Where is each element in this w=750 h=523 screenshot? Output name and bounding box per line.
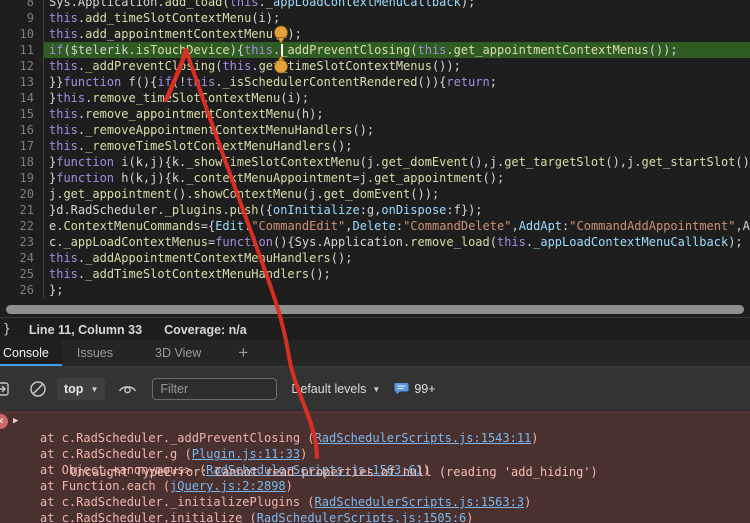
scrollbar-thumb[interactable] xyxy=(6,305,744,314)
code-line-12[interactable]: 12 this._addPreventClosing(this.get_timeS… xyxy=(0,58,750,74)
code-text: this.remove_appointmentContextMenu(h); xyxy=(49,107,324,121)
pretty-print-icon[interactable]: } xyxy=(3,322,11,337)
cursor-position-label: Line 11, Column 33 xyxy=(28,322,143,337)
drawer-tab-bar: Console Issues 3D View + xyxy=(0,340,750,367)
code-text: this._addTimeSlotContextMenuHandlers(); xyxy=(49,267,331,281)
source-location-link[interactable]: jQuery.js:2:2898 xyxy=(170,479,286,493)
source-editor[interactable]: 8 Sys.Application.add_load(this._appLoadC… xyxy=(0,0,750,302)
code-text: }function h(k,j){k._contextMenuAppointme… xyxy=(49,171,505,185)
console-error-message: ✕ ▶ Uncaught TypeError: Cannot read prop… xyxy=(0,413,750,479)
tab-issues[interactable]: Issues xyxy=(62,340,128,366)
code-text: this.add_appointmentContextMenu(h); xyxy=(49,27,302,41)
line-number[interactable]: 17 xyxy=(0,138,44,154)
source-location-link[interactable]: RadSchedulerScripts.js:1505:6 xyxy=(257,511,467,523)
code-line-8[interactable]: 8 Sys.Application.add_load(this._appLoadC… xyxy=(0,0,750,10)
stack-frame: at c.RadScheduler._initializePlugins (Ra… xyxy=(40,495,532,509)
code-text: this._removeAppointmentContextMenuHandle… xyxy=(49,123,375,137)
code-text: e.ContextMenuCommands={Edit:"CommandEdit… xyxy=(49,219,750,233)
issues-count-label: 99+ xyxy=(414,382,436,396)
position-pin-bottom-icon xyxy=(273,52,289,74)
stack-frame: at c.RadScheduler._addPreventClosing (Ra… xyxy=(40,431,539,445)
stack-frame: at c.RadScheduler.initialize (RadSchedul… xyxy=(40,511,474,523)
code-line-26[interactable]: 26}; xyxy=(0,282,750,298)
console-filter-input[interactable] xyxy=(152,378,278,400)
code-text: this._addPreventClosing(this.get_timeSlo… xyxy=(49,59,461,73)
code-line-10[interactable]: 10 this.add_appointmentContextMenu(h); xyxy=(0,26,750,42)
line-number[interactable]: 18 xyxy=(0,154,44,170)
line-number[interactable]: 22 xyxy=(0,218,44,234)
code-line-19[interactable]: 19 }function h(k,j){k._contextMenuAppoint… xyxy=(0,170,750,186)
line-number[interactable]: 9 xyxy=(0,10,44,26)
code-line-16[interactable]: 16 this._removeAppointmentContextMenuHand… xyxy=(0,122,750,138)
message-bubble-icon xyxy=(394,383,409,395)
line-number[interactable]: 11 xyxy=(0,42,44,58)
code-line-23[interactable]: 23 c._appLoadContextMenus=function(){Sys.… xyxy=(0,234,750,250)
line-number[interactable]: 20 xyxy=(0,186,44,202)
console-toolbar: top ▼ Default levels ▼ 99+ xyxy=(0,367,750,412)
code-line-22[interactable]: 22 e.ContextMenuCommands={Edit:"CommandEd… xyxy=(0,218,750,234)
code-line-17[interactable]: 17 this._removeTimeSlotContextMenuHandler… xyxy=(0,138,750,154)
code-text: c._appLoadContextMenus=function(){Sys.Ap… xyxy=(49,235,743,249)
code-text: }; xyxy=(49,283,64,297)
error-message-text: Uncaught TypeError: Cannot read properti… xyxy=(70,465,598,479)
console-sidebar-icon[interactable] xyxy=(0,379,11,399)
position-pin-top-icon xyxy=(273,25,289,47)
code-line-11[interactable]: 11 if($telerik.isTouchDevice){this._addPr… xyxy=(0,42,750,58)
console-messages: ✕ ▶ Uncaught TypeError: Cannot read prop… xyxy=(0,412,750,523)
log-levels-dropdown[interactable]: Default levels ▼ xyxy=(291,382,380,396)
tab-3d-view[interactable]: 3D View xyxy=(140,340,216,366)
line-number[interactable]: 10 xyxy=(0,26,44,42)
code-line-20[interactable]: 20 j.get_appointment().showContextMenu(j.… xyxy=(0,186,750,202)
clear-console-icon[interactable] xyxy=(28,379,48,399)
line-number[interactable]: 24 xyxy=(0,250,44,266)
javascript-context-select[interactable]: top ▼ xyxy=(57,378,106,400)
code-text: j.get_appointment().showContextMenu(j.ge… xyxy=(49,187,440,201)
line-number[interactable]: 16 xyxy=(0,122,44,138)
line-number[interactable]: 23 xyxy=(0,234,44,250)
live-expression-eye-icon[interactable] xyxy=(117,379,137,399)
source-location-link[interactable]: RadSchedulerScripts.js:1563:3 xyxy=(315,495,525,509)
issues-counter[interactable]: 99+ xyxy=(394,382,436,396)
line-number[interactable]: 14 xyxy=(0,90,44,106)
code-text: this._addAppointmentContextMenuHandlers(… xyxy=(49,251,353,265)
source-status-bar: } Line 11, Column 33 Coverage: n/a xyxy=(0,317,750,341)
line-number[interactable]: 25 xyxy=(0,266,44,282)
code-text: }}function f(){if(!this._isSchedulerCont… xyxy=(49,75,497,89)
code-text: }this.remove_timeSlotContextMenu(i); xyxy=(49,91,310,105)
tab-console[interactable]: Console xyxy=(0,340,62,366)
code-line-15[interactable]: 15 this.remove_appointmentContextMenu(h); xyxy=(0,106,750,122)
code-text: if($telerik.isTouchDevice){this._addPrev… xyxy=(44,42,750,58)
line-number[interactable]: 21 xyxy=(0,202,44,218)
source-location-link[interactable]: RadSchedulerScripts.js:1543:11 xyxy=(315,431,532,445)
line-number[interactable]: 8 xyxy=(0,0,44,10)
source-location-link[interactable]: Plugin.js:11:33 xyxy=(192,447,300,461)
code-line-13[interactable]: 13 }}function f(){if(!this._isSchedulerCo… xyxy=(0,74,750,90)
code-text: }d.RadScheduler._plugins.push({onInitial… xyxy=(49,203,483,217)
line-number[interactable]: 26 xyxy=(0,282,44,298)
code-line-24[interactable]: 24 this._addAppointmentContextMenuHandler… xyxy=(0,250,750,266)
code-text: Sys.Application.add_load(this._appLoadCo… xyxy=(49,0,476,9)
horizontal-scrollbar xyxy=(0,303,750,317)
code-text: }function i(k,j){k._showTimeSlotContextM… xyxy=(49,155,750,169)
code-line-9[interactable]: 9 this.add_timeSlotContextMenu(i); xyxy=(0,10,750,26)
code-text: this._removeTimeSlotContextMenuHandlers(… xyxy=(49,139,353,153)
code-line-25[interactable]: 25 this._addTimeSlotContextMenuHandlers()… xyxy=(0,266,750,282)
expand-triangle-icon[interactable]: ▶ xyxy=(13,413,18,430)
code-text: this.add_timeSlotContextMenu(i); xyxy=(49,11,281,25)
code-line-21[interactable]: 21 }d.RadScheduler._plugins.push({onIniti… xyxy=(0,202,750,218)
chevron-down-icon: ▼ xyxy=(372,384,381,394)
error-icon: ✕ xyxy=(0,414,8,429)
stack-frame: at c.RadScheduler.g (Plugin.js:11:33) xyxy=(40,447,308,461)
add-tab-button[interactable]: + xyxy=(228,343,258,363)
chevron-down-icon: ▼ xyxy=(90,384,99,394)
devtools-window: 8 Sys.Application.add_load(this._appLoadC… xyxy=(0,0,750,523)
line-number[interactable]: 12 xyxy=(0,58,44,74)
line-number[interactable]: 15 xyxy=(0,106,44,122)
line-number[interactable]: 13 xyxy=(0,74,44,90)
code-line-18[interactable]: 18 }function i(k,j){k._showTimeSlotContex… xyxy=(0,154,750,170)
code-line-14[interactable]: 14 }this.remove_timeSlotContextMenu(i); xyxy=(0,90,750,106)
coverage-label: Coverage: n/a xyxy=(164,322,247,337)
line-number[interactable]: 19 xyxy=(0,170,44,186)
